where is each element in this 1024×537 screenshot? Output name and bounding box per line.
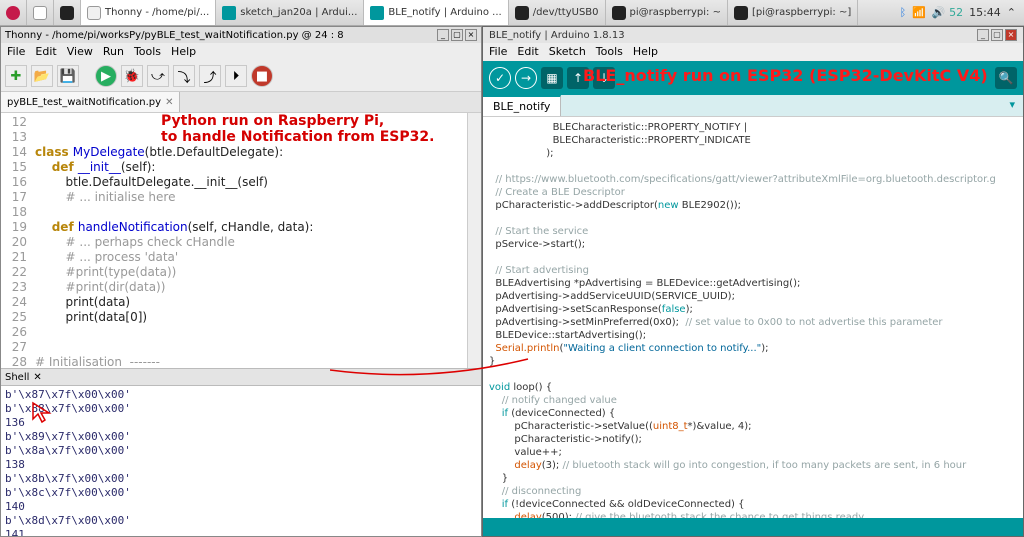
close-button[interactable]: × xyxy=(465,29,477,41)
task-label: [pi@raspberrypi: ~] xyxy=(752,7,851,18)
minimize-button[interactable]: _ xyxy=(977,29,989,41)
task-ttyusb[interactable]: /dev/ttyUSB0 xyxy=(509,0,606,25)
verify-button[interactable]: ✓ xyxy=(489,67,511,89)
shell-header[interactable]: Shell ✕ xyxy=(1,368,481,386)
taskbar: Thonny - /home/pi/... sketch_jan20a | Ar… xyxy=(0,0,1024,26)
raspberry-icon xyxy=(6,6,20,20)
menu-sketch[interactable]: Sketch xyxy=(549,45,586,59)
menu-tools[interactable]: Tools xyxy=(134,45,161,59)
open-button[interactable]: 📂 xyxy=(31,65,53,87)
task-thonny[interactable]: Thonny - /home/pi/... xyxy=(81,0,216,25)
arduino-toolbar: ✓ → ▦ ↑ ↓ 🔍 BLE_notify run on ESP32 (ESP… xyxy=(483,61,1023,95)
arduino-code-area[interactable]: BLECharacteristic::PROPERTY_NOTIFY | BLE… xyxy=(483,117,1023,518)
arduino-statusbar xyxy=(483,518,1023,536)
arduino-titlebar[interactable]: BLE_notify | Arduino 1.8.13 _ ▢ × xyxy=(483,27,1023,43)
step-into-button[interactable]: ⤵ xyxy=(173,65,195,87)
sketch-tabs: BLE_notify ▾ xyxy=(483,95,1023,117)
new-sketch-button[interactable]: ▦ xyxy=(541,67,563,89)
terminal-icon xyxy=(612,6,626,20)
tray-chevron-icon[interactable]: ⌃ xyxy=(1007,6,1016,19)
terminal-icon xyxy=(515,6,529,20)
save-button[interactable]: 💾 xyxy=(57,65,79,87)
arduino-icon xyxy=(370,6,384,20)
resume-button[interactable]: ⏵ xyxy=(225,65,247,87)
task-arduino-sketch[interactable]: sketch_jan20a | Ardui... xyxy=(216,0,364,25)
menu-launcher[interactable] xyxy=(0,0,27,25)
arduino-menubar: File Edit Sketch Tools Help xyxy=(483,43,1023,61)
menu-help[interactable]: Help xyxy=(633,45,658,59)
menu-tools[interactable]: Tools xyxy=(596,45,623,59)
menu-view[interactable]: View xyxy=(67,45,93,59)
folder-icon xyxy=(33,6,47,20)
taskbar-filemanager[interactable] xyxy=(27,0,54,25)
task-arduino-ble[interactable]: BLE_notify | Arduino ... xyxy=(364,0,508,25)
shell-label: Shell xyxy=(5,372,29,383)
tab-label: pyBLE_test_waitNotification.py xyxy=(7,97,161,108)
run-button[interactable]: ▶ xyxy=(95,65,117,87)
shell-close-icon[interactable]: ✕ xyxy=(33,372,41,383)
window-title: BLE_notify | Arduino 1.8.13 xyxy=(489,30,625,41)
clock[interactable]: 15:44 xyxy=(969,6,1001,19)
terminal-icon xyxy=(60,6,74,20)
menu-run[interactable]: Run xyxy=(103,45,124,59)
thonny-toolbar: ✚ 📂 💾 ▶ 🐞 ⤻ ⤵ ⤴ ⏵ ■ xyxy=(1,61,481,91)
terminal-icon xyxy=(734,6,748,20)
wifi-icon[interactable]: 📶 xyxy=(912,6,926,19)
stop-button[interactable]: ■ xyxy=(251,65,273,87)
menu-edit[interactable]: Edit xyxy=(517,45,538,59)
debug-button[interactable]: 🐞 xyxy=(121,65,143,87)
menu-edit[interactable]: Edit xyxy=(35,45,56,59)
task-label: BLE_notify | Arduino ... xyxy=(388,7,501,18)
thonny-titlebar[interactable]: Thonny - /home/pi/worksPy/pyBLE_test_wai… xyxy=(1,27,481,43)
close-button[interactable]: × xyxy=(1005,29,1017,41)
tab-label: BLE_notify xyxy=(493,100,550,113)
upload-button[interactable]: → xyxy=(515,67,537,89)
maximize-button[interactable]: ▢ xyxy=(451,29,463,41)
editor-tabs: pyBLE_test_waitNotification.py ✕ xyxy=(1,91,481,113)
line-gutter: 12 13 14 15 16 17 18 19 20 21 22 23 24 2… xyxy=(1,113,31,368)
taskbar-terminal[interactable] xyxy=(54,0,81,25)
menu-file[interactable]: File xyxy=(7,45,25,59)
maximize-button[interactable]: ▢ xyxy=(991,29,1003,41)
bluetooth-icon[interactable]: ᛒ xyxy=(900,6,907,19)
thonny-window: Thonny - /home/pi/worksPy/pyBLE_test_wai… xyxy=(0,26,482,537)
menu-help[interactable]: Help xyxy=(171,45,196,59)
thonny-icon xyxy=(87,6,101,20)
system-tray: ᛒ 📶 🔊 52 15:44 ⌃ xyxy=(892,6,1024,19)
task-label: /dev/ttyUSB0 xyxy=(533,7,599,18)
tab-close-icon[interactable]: ✕ xyxy=(165,97,173,108)
sketch-tab[interactable]: BLE_notify xyxy=(483,95,561,116)
new-file-button[interactable]: ✚ xyxy=(5,65,27,87)
shell-output[interactable]: b'\x87\x7f\x00\x00' b'\x88\x7f\x00\x00' … xyxy=(1,386,481,536)
task-label: sketch_jan20a | Ardui... xyxy=(240,7,357,18)
task-term1[interactable]: pi@raspberrypi: ~ xyxy=(606,0,728,25)
window-title: Thonny - /home/pi/worksPy/pyBLE_test_wai… xyxy=(5,30,344,41)
step-over-button[interactable]: ⤻ xyxy=(147,65,169,87)
arduino-window: BLE_notify | Arduino 1.8.13 _ ▢ × File E… xyxy=(482,26,1024,537)
arduino-icon xyxy=(222,6,236,20)
task-term2[interactable]: [pi@raspberrypi: ~] xyxy=(728,0,858,25)
menu-file[interactable]: File xyxy=(489,45,507,59)
minimize-button[interactable]: _ xyxy=(437,29,449,41)
editor-tab[interactable]: pyBLE_test_waitNotification.py ✕ xyxy=(1,92,180,112)
tab-menu-icon[interactable]: ▾ xyxy=(1001,95,1023,116)
annotation-text: BLE_notify run on ESP32 (ESP32-DevKitC V… xyxy=(583,66,988,85)
editor-scrollbar[interactable] xyxy=(467,113,481,368)
code-editor[interactable]: 12 13 14 15 16 17 18 19 20 21 22 23 24 2… xyxy=(1,113,481,368)
thonny-menubar: File Edit View Run Tools Help xyxy=(1,43,481,61)
task-label: Thonny - /home/pi/... xyxy=(105,7,209,18)
step-out-button[interactable]: ⤴ xyxy=(199,65,221,87)
code-area[interactable]: class MyDelegate(btle.DefaultDelegate): … xyxy=(31,113,467,368)
serial-monitor-button[interactable]: 🔍 xyxy=(995,67,1017,89)
volume-icon[interactable]: 🔊 52 xyxy=(932,6,963,19)
task-label: pi@raspberrypi: ~ xyxy=(630,7,721,18)
